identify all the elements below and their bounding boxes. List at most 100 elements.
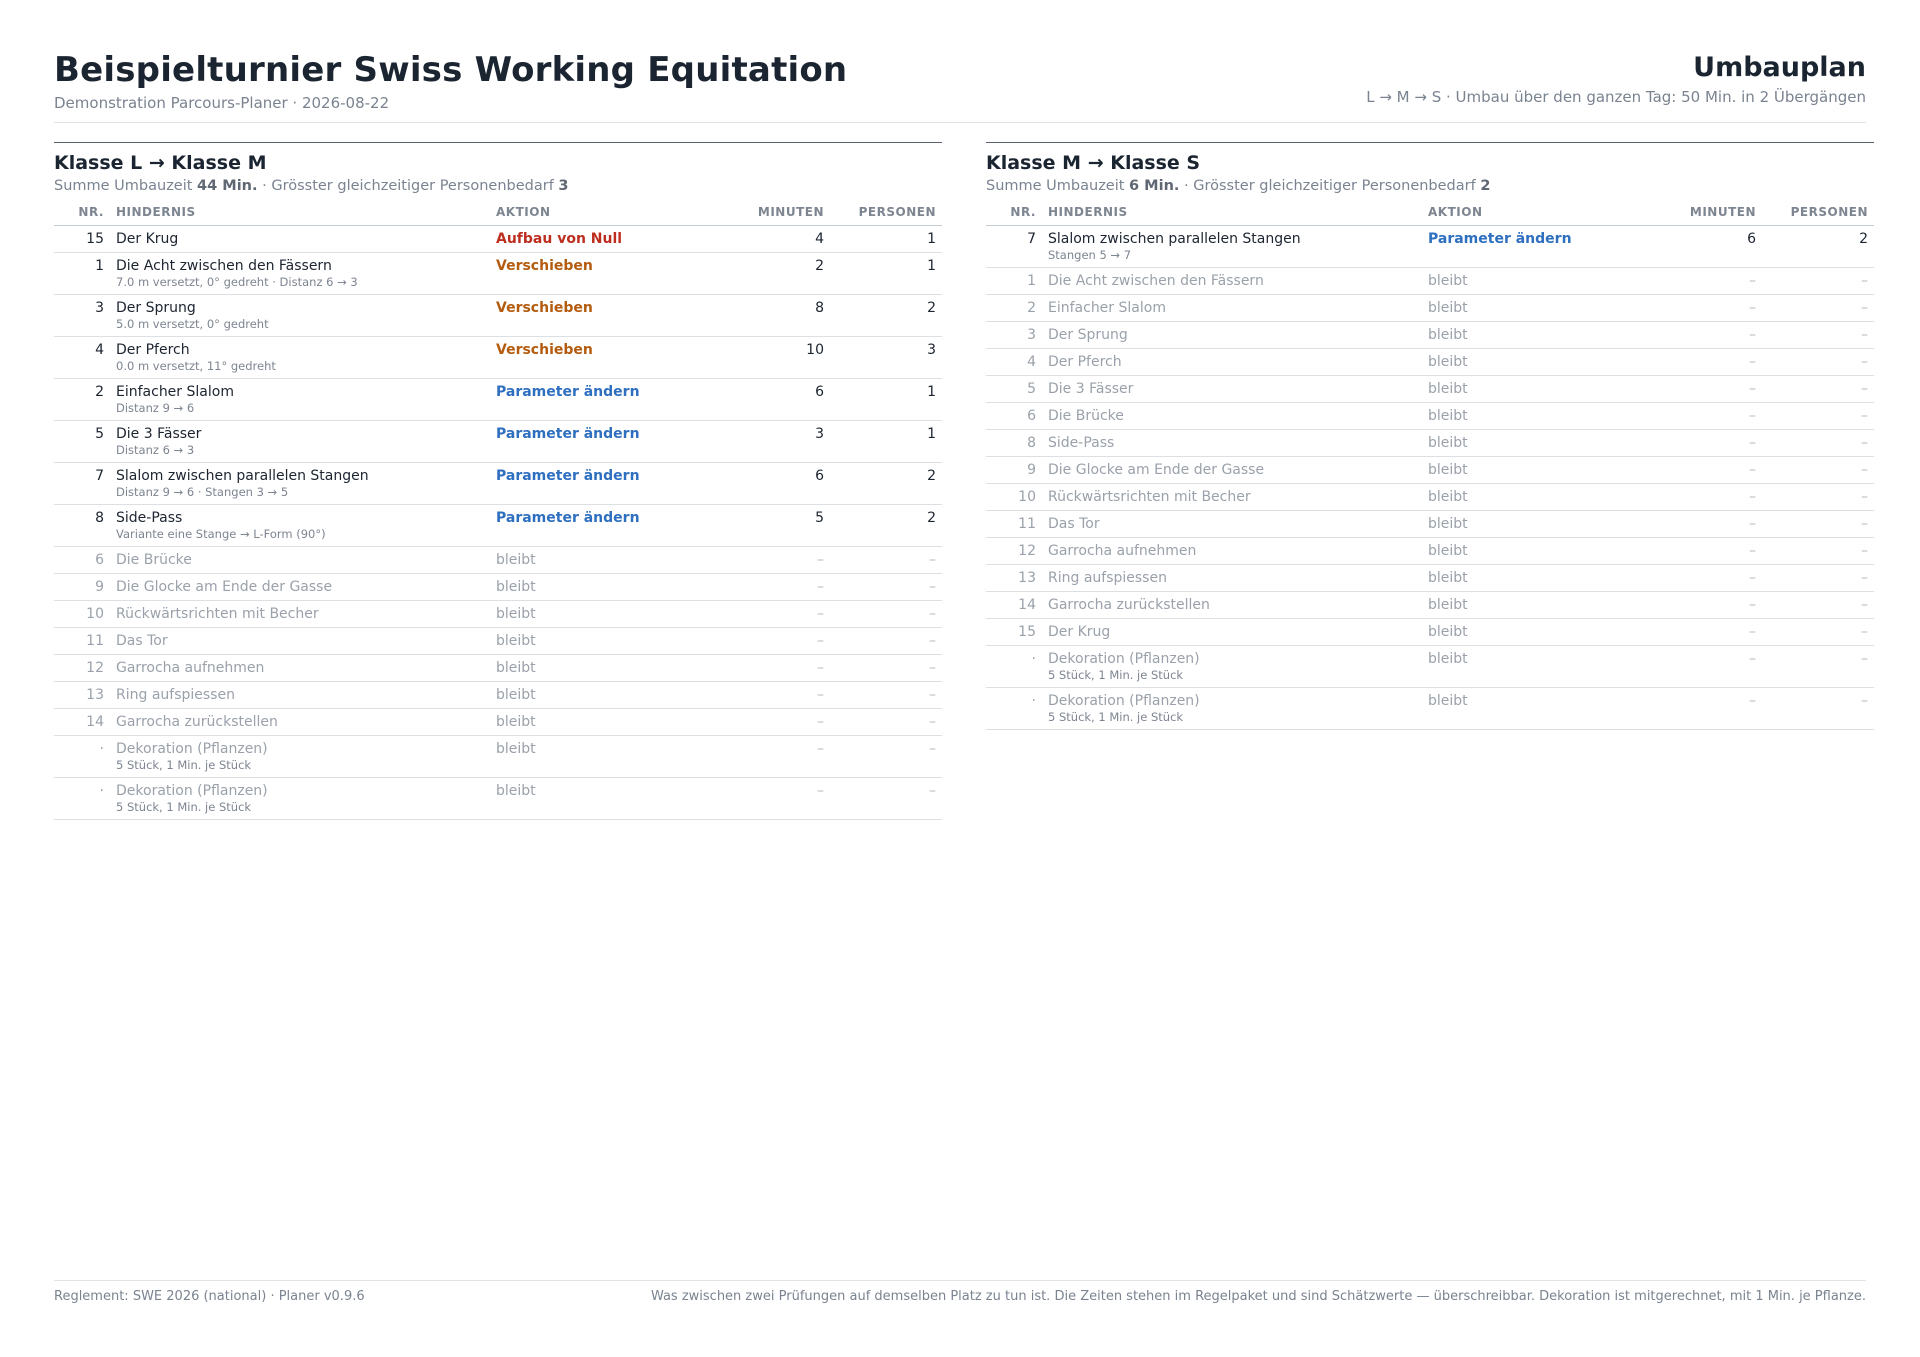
minutes-value: –	[1652, 456, 1762, 484]
action-label: bleibt	[496, 633, 536, 649]
footer-regulation: Reglement: SWE 2026 (national) · Planer …	[54, 1289, 365, 1304]
obstacle-note: 0.0 m versetzt, 11° gedreht	[116, 359, 276, 373]
transition-panel-m-s: Klasse M → Klasse S Summe Umbauzeit 6 Mi…	[986, 142, 1874, 730]
table-row: 1 Die Acht zwischen den Fässern 7.0 m vers…	[54, 252, 942, 295]
persons-value: –	[1762, 618, 1874, 646]
persons-value: 2	[830, 462, 942, 505]
table-row: 11 Das Tor bleibt – –	[986, 510, 1874, 538]
minutes-value: 2	[720, 252, 830, 295]
action-cell: bleibt	[1422, 321, 1652, 349]
obstacle-name: Side-Pass	[1048, 435, 1115, 451]
minutes-value: –	[1652, 429, 1762, 457]
col-header-minuten: MINUTEN	[720, 200, 830, 226]
obstacle-name: Die Acht zwischen den Fässern	[116, 258, 332, 274]
obstacle-cell: Dekoration (Pflanzen) 5 Stück, 1 Min. je …	[1042, 687, 1422, 730]
obstacle-name: Side-Pass	[116, 510, 183, 526]
action-cell: bleibt	[490, 735, 720, 778]
action-cell: bleibt	[490, 600, 720, 628]
minutes-value: –	[720, 573, 830, 601]
table-row: 3 Der Sprung bleibt – –	[986, 321, 1874, 349]
obstacle-name: Die Glocke am Ende der Gasse	[116, 579, 333, 595]
table-row: 10 Rückwärtsrichten mit Becher bleibt – –	[54, 600, 942, 628]
obstacle-name: Ring aufspiessen	[116, 687, 235, 703]
obstacle-cell: Die Brücke	[110, 546, 490, 574]
col-header-hindernis: HINDERNIS	[1042, 200, 1422, 226]
action-label: Aufbau von Null	[496, 231, 623, 247]
obstacle-number: 5	[54, 420, 110, 463]
col-header-nr: NR.	[986, 200, 1042, 226]
persons-value: –	[1762, 591, 1874, 619]
persons-value: –	[1762, 267, 1874, 295]
transition-title: Klasse M → Klasse S	[986, 152, 1201, 174]
transition-title: Klasse L → Klasse M	[54, 152, 267, 174]
obstacle-note: 5 Stück, 1 Min. je Stück	[1048, 710, 1184, 724]
minutes-value: –	[1652, 687, 1762, 730]
persons-value: –	[1762, 294, 1874, 322]
summary-label-people: · Grösster gleichzeitiger Personenbedarf	[1184, 178, 1476, 194]
action-cell: bleibt	[490, 546, 720, 574]
persons-value: 1	[830, 378, 942, 421]
table-row: 15 Der Krug bleibt – –	[986, 618, 1874, 646]
minutes-value: –	[1652, 537, 1762, 565]
action-cell: bleibt	[490, 777, 720, 820]
minutes-value: 10	[720, 336, 830, 379]
persons-value: –	[830, 735, 942, 778]
table-row: 2 Einfacher Slalom bleibt – –	[986, 294, 1874, 322]
minutes-value: –	[1652, 591, 1762, 619]
persons-value: –	[830, 708, 942, 736]
obstacle-name: Der Krug	[116, 231, 179, 247]
table-row: 6 Die Brücke bleibt – –	[54, 546, 942, 574]
minutes-value: –	[1652, 267, 1762, 295]
obstacle-number: 7	[54, 462, 110, 505]
action-label: bleibt	[496, 783, 536, 799]
table-row: · Dekoration (Pflanzen) 5 Stück, 1 Min. je…	[986, 645, 1874, 688]
table-row: · Dekoration (Pflanzen) 5 Stück, 1 Min. je…	[54, 777, 942, 820]
action-cell: Parameter ändern	[490, 504, 720, 547]
obstacle-number: 4	[986, 348, 1042, 376]
minutes-value: 3	[720, 420, 830, 463]
table-row: · Dekoration (Pflanzen) 5 Stück, 1 Min. je…	[54, 735, 942, 778]
action-label: bleibt	[1428, 381, 1468, 397]
action-cell: bleibt	[1422, 537, 1652, 565]
obstacle-note: 5 Stück, 1 Min. je Stück	[116, 758, 252, 772]
table-row: 4 Der Pferch bleibt – –	[986, 348, 1874, 376]
action-cell: bleibt	[1422, 348, 1652, 376]
page-title: Beispielturnier Swiss Working Equitation	[54, 50, 848, 90]
obstacle-cell: Die Acht zwischen den Fässern	[1042, 267, 1422, 295]
minutes-value: –	[1652, 645, 1762, 688]
obstacle-number: ·	[986, 687, 1042, 730]
obstacle-name: Der Krug	[1048, 624, 1111, 640]
transition-panel-l-m: Klasse L → Klasse M Summe Umbauzeit 44 M…	[54, 142, 942, 820]
minutes-value: –	[720, 654, 830, 682]
action-cell: bleibt	[1422, 483, 1652, 511]
obstacle-name: Garrocha aufnehmen	[1048, 543, 1197, 559]
action-cell: bleibt	[490, 573, 720, 601]
table-row: 12 Garrocha aufnehmen bleibt – –	[986, 537, 1874, 565]
obstacle-name: Dekoration (Pflanzen)	[116, 783, 268, 799]
col-header-aktion: AKTION	[490, 200, 720, 226]
obstacle-cell: Die Glocke am Ende der Gasse	[1042, 456, 1422, 484]
obstacle-cell: Der Krug	[1042, 618, 1422, 646]
table-row: 14 Garrocha zurückstellen bleibt – –	[54, 708, 942, 736]
table-row: 9 Die Glocke am Ende der Gasse bleibt – –	[986, 456, 1874, 484]
obstacle-note: Stangen 5 → 7	[1048, 248, 1132, 262]
action-label: bleibt	[1428, 597, 1468, 613]
persons-value: 1	[830, 252, 942, 295]
obstacle-cell: Garrocha aufnehmen	[110, 654, 490, 682]
action-cell: bleibt	[1422, 564, 1652, 592]
action-cell: bleibt	[1422, 267, 1652, 295]
col-header-hindernis: HINDERNIS	[110, 200, 490, 226]
action-label: Parameter ändern	[1428, 231, 1572, 247]
obstacle-name: Einfacher Slalom	[1048, 300, 1166, 316]
obstacle-number: 2	[54, 378, 110, 421]
col-header-nr: NR.	[54, 200, 110, 226]
table-row: · Dekoration (Pflanzen) 5 Stück, 1 Min. je…	[986, 687, 1874, 730]
action-cell: Verschieben	[490, 294, 720, 337]
obstacle-name: Die 3 Fässer	[116, 426, 202, 442]
obstacle-name: Die 3 Fässer	[1048, 381, 1134, 397]
obstacle-name: Rückwärtsrichten mit Becher	[1048, 489, 1251, 505]
obstacle-name: Slalom zwischen parallelen Stangen	[1048, 231, 1301, 247]
obstacle-number: 1	[986, 267, 1042, 295]
minutes-value: –	[1652, 402, 1762, 430]
col-header-aktion: AKTION	[1422, 200, 1652, 226]
